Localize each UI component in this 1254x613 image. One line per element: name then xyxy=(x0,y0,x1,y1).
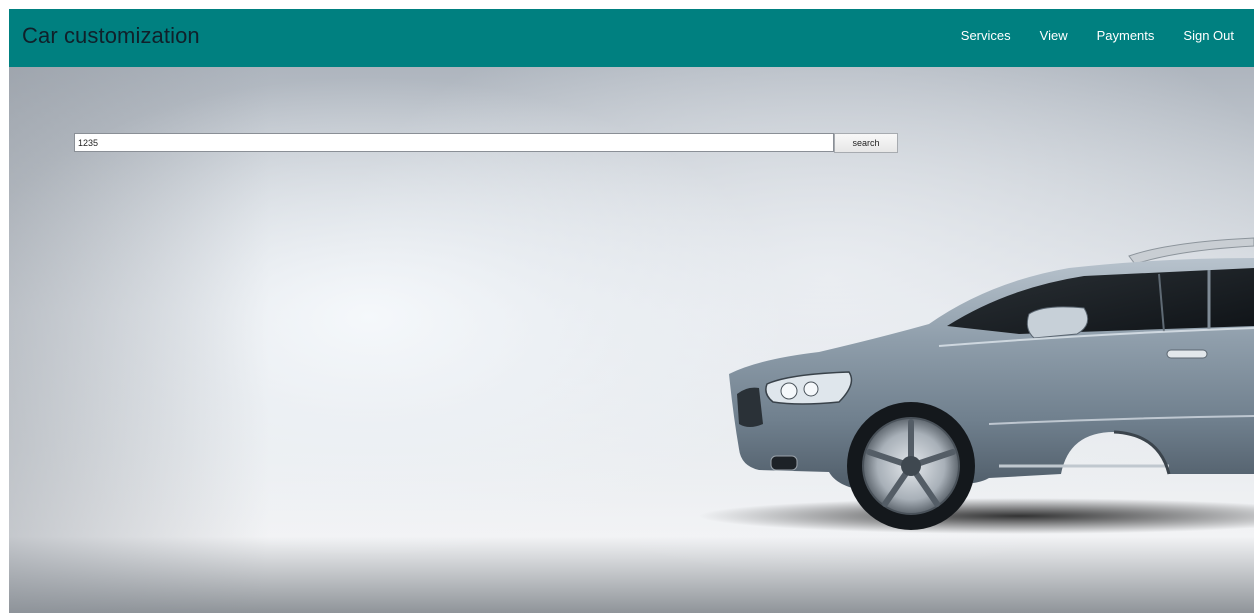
search-button[interactable]: search xyxy=(834,133,898,153)
brand-title[interactable]: Car customization xyxy=(22,23,200,49)
fog-light xyxy=(770,455,798,471)
nav-links: Services View Payments Sign Out xyxy=(932,28,1234,43)
door-handle xyxy=(1166,349,1208,359)
front-grille xyxy=(737,387,763,427)
side-mirror xyxy=(1026,306,1089,339)
car-shadow xyxy=(699,498,1254,534)
nav-link-payments[interactable]: Payments xyxy=(1097,28,1155,43)
car-illustration xyxy=(699,237,1254,534)
app-window: Car customization Services View Payments… xyxy=(9,9,1254,613)
nav-link-services[interactable]: Services xyxy=(961,28,1011,43)
nav-link-view[interactable]: View xyxy=(1040,28,1068,43)
top-navbar: Car customization Services View Payments… xyxy=(9,9,1254,67)
nav-link-sign-out[interactable]: Sign Out xyxy=(1183,28,1234,43)
search-input[interactable] xyxy=(74,133,834,152)
